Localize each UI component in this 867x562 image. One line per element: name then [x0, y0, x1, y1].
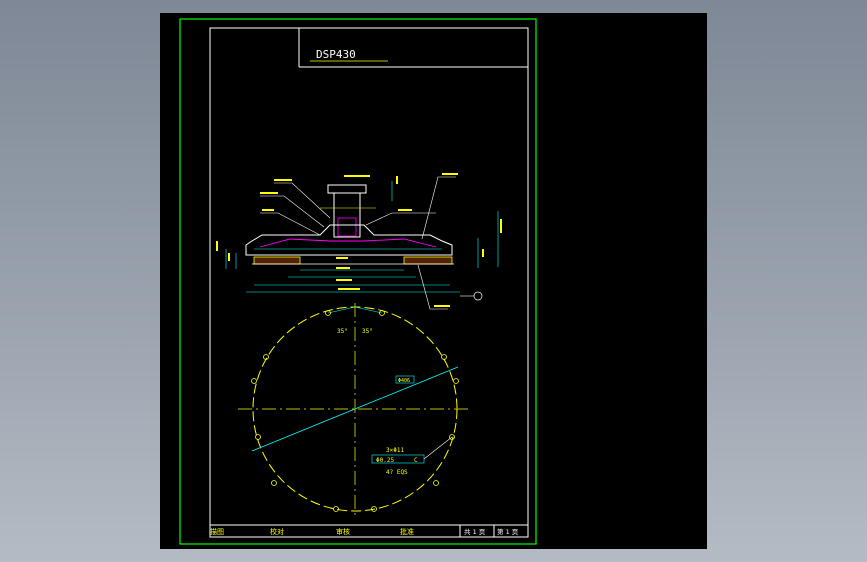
sheet-frame — [179, 18, 537, 545]
footer-row: 描图 校对 审核 批准 共 1 页 第 1 页 — [210, 524, 528, 537]
plan-view: 35° 35° Φ406 3×Φ11 Φ0.25 C 4? EQS — [238, 303, 472, 519]
footer-cell-2: 校对 — [270, 527, 284, 536]
cad-drawing: DSP430 35° 35° Φ406 3×Φ11 Φ0.25 C 4? EQS… — [179, 18, 537, 545]
tolerance-frame: Φ0.25 — [376, 457, 394, 464]
footer-cell-3: 审核 — [336, 527, 350, 536]
footer-cell-4: 批准 — [400, 527, 414, 536]
hole-callout: 3×Φ11 — [386, 447, 404, 454]
drawing-number: DSP430 — [316, 48, 356, 61]
datum-ref: C — [414, 457, 418, 464]
cad-model-space[interactable]: DSP430 35° 35° Φ406 3×Φ11 Φ0.25 C 4? EQS… — [160, 13, 707, 549]
footer-cell-1: 描图 — [210, 527, 224, 536]
sheet-number: 第 1 页 — [497, 527, 519, 536]
hole-count-note: 4? EQS — [386, 469, 408, 476]
section-view — [216, 173, 502, 310]
diameter-tag: Φ406 — [398, 378, 410, 384]
angle-left-label: 35° — [337, 328, 348, 335]
angle-right-label: 35° — [362, 328, 373, 335]
title-block: DSP430 — [298, 28, 528, 68]
sheets-total: 共 1 页 — [464, 527, 486, 536]
drawing-border — [209, 27, 529, 538]
